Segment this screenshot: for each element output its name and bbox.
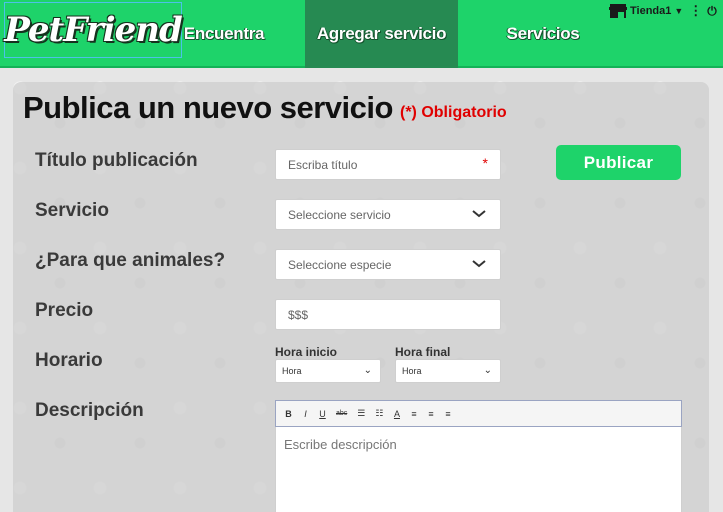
animales-label: ¿Para que animales? xyxy=(35,250,226,271)
required-mark: * xyxy=(482,155,488,171)
text-color-icon[interactable]: A xyxy=(393,409,400,419)
caret-down-icon[interactable]: ▼ xyxy=(674,6,683,16)
titulo-input[interactable]: Escriba título * xyxy=(275,149,501,180)
kebab-menu-icon[interactable]: ⋮ xyxy=(689,3,702,19)
italic-icon[interactable]: I xyxy=(302,409,309,419)
servicio-select[interactable]: Seleccione servicio xyxy=(275,199,501,230)
page-title: Publica un nuevo servicio xyxy=(23,90,393,125)
chevron-down-icon: ⌄ xyxy=(483,365,492,376)
servicio-selected: Seleccione servicio xyxy=(288,207,391,222)
publish-button[interactable]: Publicar xyxy=(556,145,681,180)
hora-inicio-value: Hora xyxy=(282,366,302,376)
strikethrough-icon[interactable]: abc xyxy=(336,410,347,417)
precio-label: Precio xyxy=(35,300,94,321)
bold-icon[interactable]: B xyxy=(285,409,292,419)
bullet-list-icon[interactable]: ☰ xyxy=(357,408,365,419)
precio-input[interactable]: $$$ xyxy=(275,299,501,330)
descripcion-placeholder: Escribe descripción xyxy=(284,437,397,452)
nav-encuentra[interactable]: Encuentra xyxy=(176,0,272,68)
chevron-down-icon xyxy=(472,208,486,222)
nav-agregar-servicio[interactable]: Agregar servicio xyxy=(305,0,458,68)
hora-inicio-label: Hora inicio xyxy=(275,345,338,359)
editor-toolbar: B I U abc ☰ ☷ A ≡ ≡ ≡ xyxy=(275,400,682,427)
numbered-list-icon[interactable]: ☷ xyxy=(375,408,383,419)
titulo-placeholder: Escriba título xyxy=(288,157,358,172)
petfriend-logo[interactable]: PetFriend xyxy=(4,2,183,58)
logo-text: PetFriend xyxy=(4,10,182,50)
align-left-icon[interactable]: ≡ xyxy=(410,409,417,419)
servicio-label: Servicio xyxy=(35,200,109,221)
descripcion-textarea[interactable]: Escribe descripción xyxy=(275,427,682,512)
hora-final-value: Hora xyxy=(402,366,422,376)
chevron-down-icon: ⌄ xyxy=(363,365,372,376)
required-note: (*) Obligatorio xyxy=(400,104,507,121)
top-navbar: PetFriend Encuentra Agregar servicio Ser… xyxy=(0,0,723,68)
align-center-icon[interactable]: ≡ xyxy=(427,409,434,419)
user-menu: Tienda1 ▼ ⋮ ⏻ xyxy=(609,3,717,19)
horario-label: Horario xyxy=(35,350,103,371)
precio-placeholder: $$$ xyxy=(288,307,309,322)
power-icon[interactable]: ⏻ xyxy=(707,4,717,19)
store-name[interactable]: Tienda1 xyxy=(630,5,671,17)
underline-icon[interactable]: U xyxy=(319,409,326,419)
hora-final-label: Hora final xyxy=(395,345,451,359)
nav-servicios[interactable]: Servicios xyxy=(493,0,593,68)
store-icon xyxy=(609,4,627,18)
especie-select[interactable]: Seleccione especie xyxy=(275,249,501,280)
descripcion-label: Descripción xyxy=(35,400,144,421)
align-right-icon[interactable]: ≡ xyxy=(444,409,451,419)
hora-inicio-select[interactable]: Hora ⌄ xyxy=(275,359,381,383)
titulo-label: Título publicación xyxy=(35,150,198,171)
chevron-down-icon xyxy=(472,258,486,272)
especie-selected: Seleccione especie xyxy=(288,257,392,272)
hora-final-select[interactable]: Hora ⌄ xyxy=(395,359,501,383)
